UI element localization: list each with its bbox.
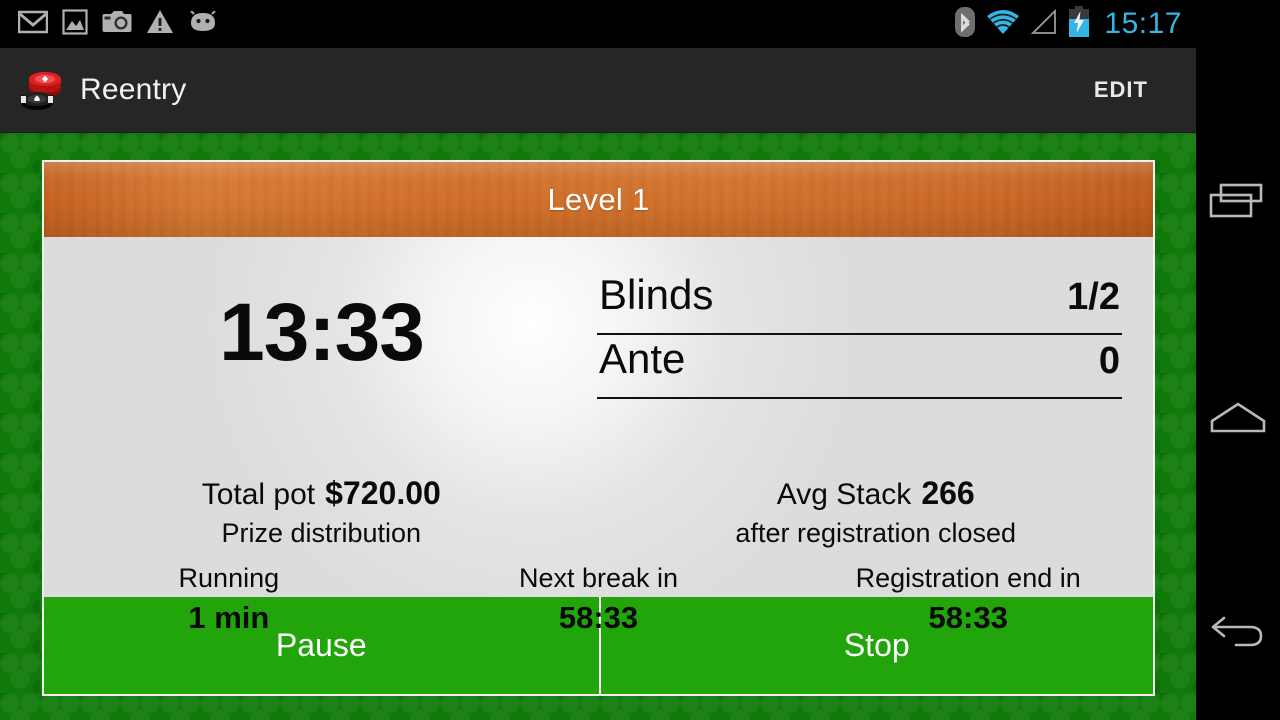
status-bar-system-icons: 15:17 xyxy=(954,5,1196,43)
pot-and-stack-row: Total pot $720.00 Prize distribution Avg … xyxy=(44,475,1153,555)
blinds-ante-block: Blinds 1/2 Ante 0 xyxy=(597,272,1122,399)
gmail-icon xyxy=(17,10,49,39)
camera-icon xyxy=(102,10,132,39)
registration-end-value: 58:33 xyxy=(928,600,1008,636)
next-break-stat: Next break in 58:33 xyxy=(414,562,784,642)
total-pot-block[interactable]: Total pot $720.00 Prize distribution xyxy=(44,475,599,555)
navigation-bar xyxy=(1196,0,1280,720)
total-pot-line: Total pot $720.00 xyxy=(44,475,599,513)
tournament-body: 13:33 Blinds 1/2 Ante 0 Total pot $720.00… xyxy=(44,237,1153,635)
running-label: Running xyxy=(178,563,280,593)
tournament-card: Level 1 13:33 Blinds 1/2 Ante 0 Total po… xyxy=(42,160,1155,696)
home-icon[interactable] xyxy=(1196,358,1280,478)
ante-value: 0 xyxy=(1098,340,1120,382)
blinds-row: Blinds 1/2 xyxy=(597,272,1122,335)
prize-distribution-label[interactable]: Prize distribution xyxy=(44,513,599,555)
level-header: Level 1 xyxy=(44,162,1153,237)
status-bar-clock: 15:17 xyxy=(1104,7,1182,40)
page-title: Reentry xyxy=(80,73,187,106)
registration-end-stat: Registration end in 58:33 xyxy=(783,562,1153,642)
total-pot-label: Total pot xyxy=(201,478,316,511)
back-icon[interactable] xyxy=(1196,574,1280,694)
avg-stack-label: Avg Stack xyxy=(776,478,912,511)
registration-end-label: Registration end in xyxy=(855,563,1081,593)
android-icon xyxy=(188,9,218,38)
avg-stack-block: Avg Stack 266 after registration closed xyxy=(599,475,1154,555)
tournament-stats-row: Running 1 min Next break in 58:33 Regist… xyxy=(44,562,1153,642)
action-bar: Reentry EDIT xyxy=(0,48,1196,133)
avg-stack-value: 266 xyxy=(921,475,975,511)
level-timer[interactable]: 13:33 xyxy=(44,292,599,374)
wifi-icon xyxy=(986,8,1020,41)
status-bar-notifications xyxy=(0,8,218,40)
edit-button[interactable]: EDIT xyxy=(1082,67,1160,113)
avg-stack-sub-label: after registration closed xyxy=(735,517,1017,548)
bluetooth-icon xyxy=(954,6,976,43)
poker-chips-icon xyxy=(18,68,66,112)
running-stat: Running 1 min xyxy=(44,562,414,642)
avg-stack-line: Avg Stack 266 xyxy=(599,475,1154,513)
status-bar: 15:17 xyxy=(0,0,1196,48)
level-title: Level 1 xyxy=(547,181,650,217)
next-break-value: 58:33 xyxy=(558,600,639,636)
warning-icon xyxy=(146,9,174,39)
next-break-label: Next break in xyxy=(518,563,679,593)
blinds-value: 1/2 xyxy=(1067,276,1120,318)
ante-label: Ante xyxy=(599,335,686,382)
running-value: 1 min xyxy=(188,600,270,636)
battery-charging-icon xyxy=(1068,5,1090,43)
gallery-icon xyxy=(62,8,88,40)
blinds-label: Blinds xyxy=(599,271,714,318)
ante-row: Ante 0 xyxy=(597,336,1122,399)
recent-apps-icon[interactable] xyxy=(1196,142,1280,262)
cellular-signal-icon xyxy=(1030,8,1058,41)
total-pot-value: $720.00 xyxy=(325,475,441,511)
android-screen: 15:17 Reentry EDIT Level 1 13:33 Blinds … xyxy=(0,0,1280,720)
